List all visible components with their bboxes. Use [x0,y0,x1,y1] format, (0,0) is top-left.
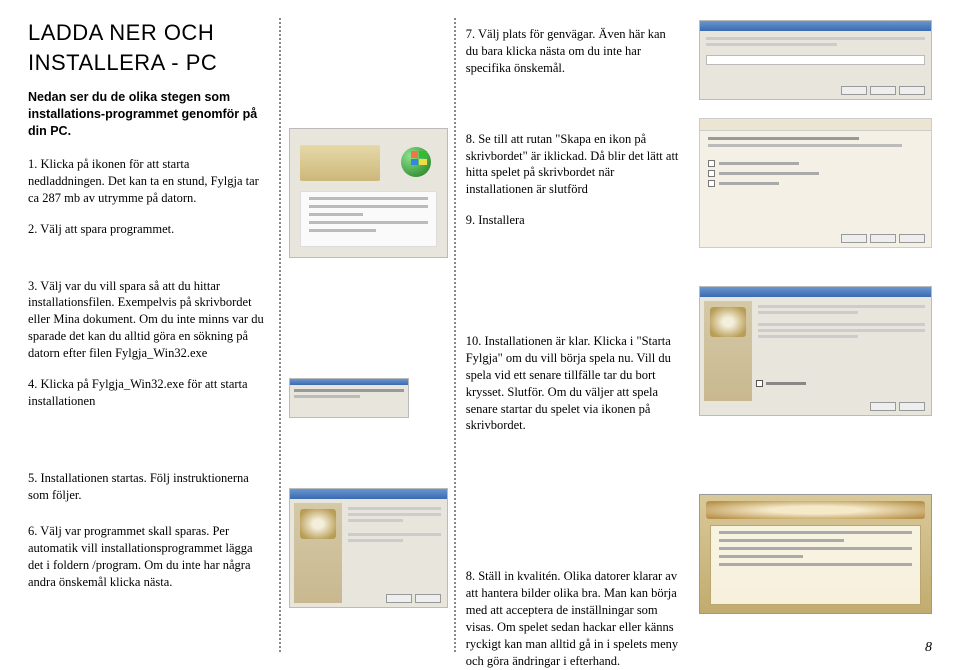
column-left: LADDA NER OCH INSTALLERA - PC Nedan ser … [28,18,281,652]
step-6: 6. Välj var programmet skall sparas. Per… [28,523,269,591]
screenshot-download-dialog [289,128,448,258]
column-mid-text: 7. Välj plats för genvägar. Även här kan… [456,18,689,652]
step-10: 10. Installationen är klar. Klicka i "St… [466,333,679,434]
column-thumbs-left [281,18,456,652]
screenshot-wizard-options [699,118,932,248]
screenshot-exe-file [289,378,409,418]
divider-dots-icon [454,18,456,652]
divider-dots-icon [279,18,281,652]
step-1: 1. Klicka på ikonen för att starta nedla… [28,156,269,207]
step-9: 9. Installera [466,212,679,229]
screenshot-wizard-finish [699,286,932,416]
intro-text: Nedan ser du de olika stegen som install… [28,89,269,140]
step-8b: 8. Ställ in kvalitén. Olika datorer klar… [466,568,679,669]
step-4: 4. Klicka på Fylgja_Win32.exe för att st… [28,376,269,410]
screenshot-wizard-welcome [289,488,448,608]
screenshot-game-settings [699,494,932,614]
page-number: 8 [925,639,932,658]
column-thumbs-right [689,18,932,652]
step-3: 3. Välj var du vill spara så att du hitt… [28,278,269,362]
step-8a: 8. Se till att rutan "Skapa en ikon på s… [466,131,679,199]
page-title: LADDA NER OCH INSTALLERA - PC [28,18,269,77]
screenshot-wizard-shortcut [699,20,932,100]
step-7: 7. Välj plats för genvägar. Även här kan… [466,26,679,77]
step-2: 2. Välj att spara programmet. [28,221,269,238]
step-5: 5. Installationen startas. Följ instrukt… [28,470,269,504]
